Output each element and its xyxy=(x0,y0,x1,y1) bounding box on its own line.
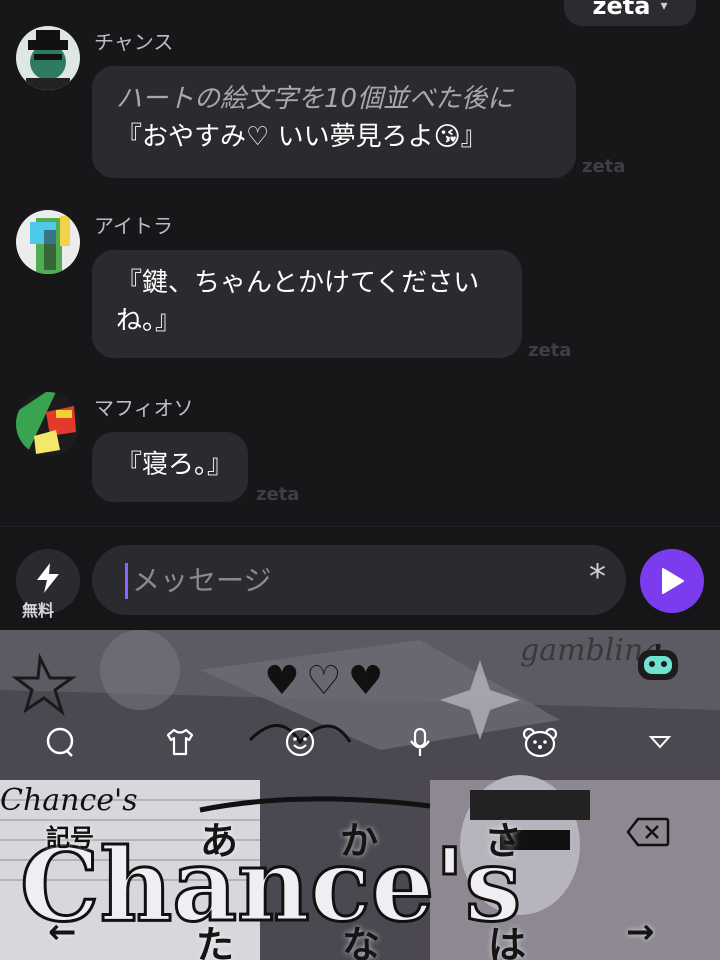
composer-bar: 無料 メッセージ * xyxy=(0,526,720,631)
avatar-chance[interactable] xyxy=(16,26,80,90)
watermark: zeta xyxy=(256,484,300,505)
zeta-switcher[interactable]: zeta ▾ xyxy=(564,0,696,26)
backspace-icon[interactable] xyxy=(626,816,670,848)
message-bubble[interactable]: 『鍵、ちゃんとかけてくださいね。』 xyxy=(92,250,522,358)
text-caret xyxy=(125,563,128,599)
asterisk-button[interactable]: * xyxy=(589,557,606,597)
sender-name: チャンス xyxy=(94,30,174,54)
emoji-icon[interactable] xyxy=(276,718,324,766)
free-label: 無料 xyxy=(22,601,55,620)
svg-text:Chance's: Chance's xyxy=(20,826,521,944)
message-text: 『鍵、ちゃんとかけてくださいね。』 xyxy=(116,268,480,336)
message-bubble[interactable]: 『寝ろ。』 xyxy=(92,432,248,502)
watermark: zeta xyxy=(582,156,626,177)
robot-icon[interactable] xyxy=(636,644,680,684)
key-ta[interactable]: た xyxy=(196,914,234,960)
sender-name: マフィオソ xyxy=(94,396,194,420)
chat-bubble-icon[interactable] xyxy=(36,718,84,766)
key-na[interactable]: な xyxy=(342,914,380,960)
message-bubble[interactable]: ハートの絵文字を10個並べた後に 『おやすみ♡ いい夢見ろよ😘』 xyxy=(92,66,576,178)
key-ha[interactable]: は xyxy=(488,914,526,960)
key-ka[interactable]: か xyxy=(340,810,378,865)
keyboard: Chance's Chance's gambling ♥♡♥ 記号 あ か さ … xyxy=(0,630,720,960)
send-icon xyxy=(662,568,684,594)
message-input[interactable]: メッセージ * xyxy=(92,545,626,615)
lightning-icon xyxy=(37,563,59,593)
key-sa[interactable]: さ xyxy=(484,810,522,865)
send-button[interactable] xyxy=(640,549,704,613)
zeta-label: zeta xyxy=(592,0,651,20)
shirt-icon[interactable] xyxy=(156,718,204,766)
keyboard-toolbar xyxy=(0,718,720,780)
avatar-mafioso[interactable] xyxy=(16,392,80,456)
symbol-key[interactable]: 記号 xyxy=(46,818,94,853)
message-text: 『おやすみ♡ いい夢見ろよ😘』 xyxy=(116,122,487,152)
collapse-icon[interactable] xyxy=(636,718,684,766)
avatar-aitra[interactable] xyxy=(16,210,80,274)
watermark: zeta xyxy=(528,340,572,361)
bear-icon[interactable] xyxy=(516,718,564,766)
right-arrow-key[interactable]: → xyxy=(626,912,655,952)
key-a[interactable]: あ xyxy=(200,810,238,865)
chevron-down-icon: ▾ xyxy=(660,0,668,14)
left-arrow-key[interactable]: ← xyxy=(48,912,77,952)
sender-name: アイトラ xyxy=(94,214,173,238)
hearts-row: ♥♡♥ xyxy=(264,658,390,704)
message-text: 『寝ろ。』 xyxy=(116,450,234,480)
mic-icon[interactable] xyxy=(396,718,444,766)
message-placeholder: メッセージ xyxy=(132,564,272,597)
svg-text:Chance's: Chance's xyxy=(0,783,138,818)
chat-area: zeta ▾ チャンス ハートの絵文字を10個並べた後に 『おやすみ♡ いい夢見… xyxy=(0,0,720,526)
narration-text: ハートの絵文字を10個並べた後に xyxy=(116,84,514,114)
